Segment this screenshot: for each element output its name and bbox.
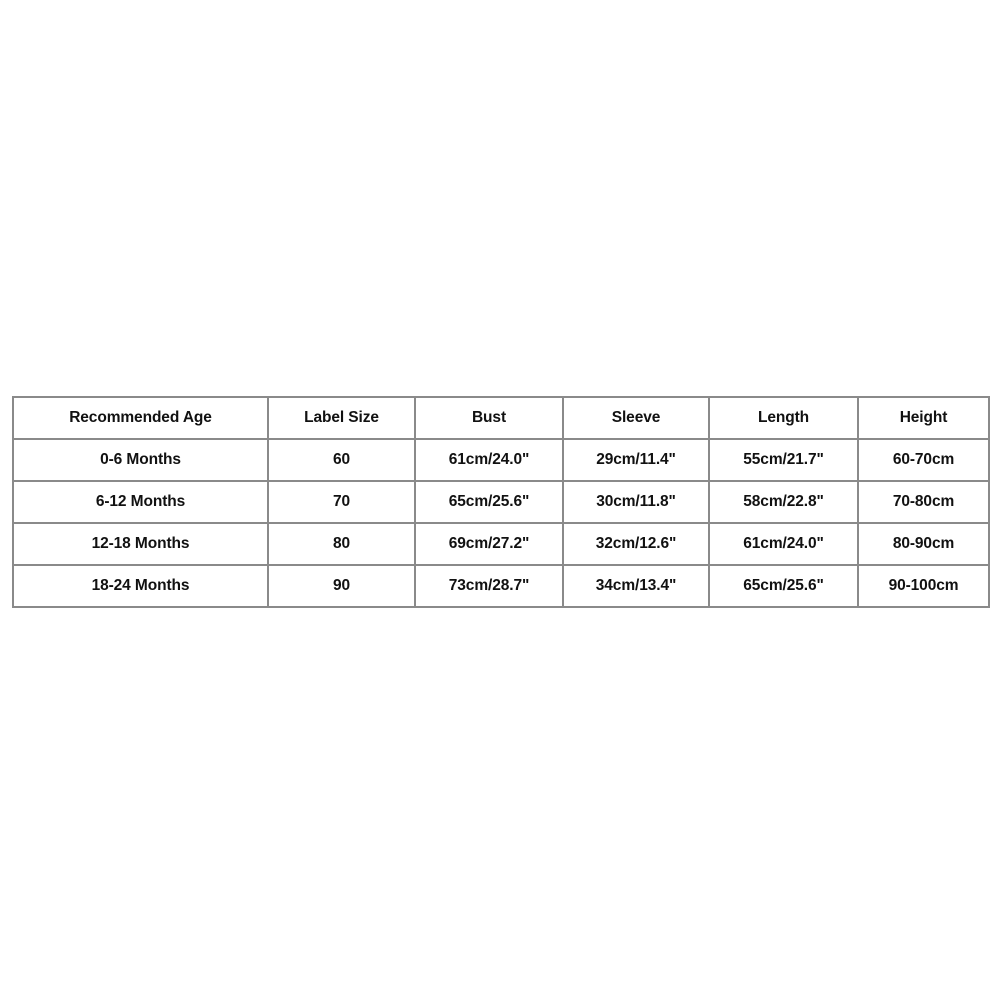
cell-length: 58cm/22.8" (708, 480, 859, 524)
cell-recommended-age: 12-18 Months (12, 522, 269, 566)
cell-length: 65cm/25.6" (708, 564, 859, 608)
table-row: 12-18 Months 80 69cm/27.2" 32cm/12.6" 61… (12, 522, 990, 566)
cell-recommended-age: 0-6 Months (12, 438, 269, 482)
cell-height: 70-80cm (857, 480, 990, 524)
cell-sleeve: 30cm/11.8" (562, 480, 710, 524)
column-header-sleeve: Sleeve (562, 396, 710, 440)
table-row: 6-12 Months 70 65cm/25.6" 30cm/11.8" 58c… (12, 480, 990, 524)
table-row: 18-24 Months 90 73cm/28.7" 34cm/13.4" 65… (12, 564, 990, 608)
column-header-label-size: Label Size (267, 396, 416, 440)
cell-height: 90-100cm (857, 564, 990, 608)
cell-label-size: 70 (267, 480, 416, 524)
cell-label-size: 80 (267, 522, 416, 566)
cell-length: 61cm/24.0" (708, 522, 859, 566)
cell-sleeve: 34cm/13.4" (562, 564, 710, 608)
cell-height: 80-90cm (857, 522, 990, 566)
size-chart-table: Recommended Age Label Size Bust Sleeve L… (12, 396, 990, 608)
cell-height: 60-70cm (857, 438, 990, 482)
cell-bust: 65cm/25.6" (414, 480, 564, 524)
size-chart-container: Recommended Age Label Size Bust Sleeve L… (12, 396, 990, 608)
cell-bust: 61cm/24.0" (414, 438, 564, 482)
cell-recommended-age: 18-24 Months (12, 564, 269, 608)
cell-bust: 73cm/28.7" (414, 564, 564, 608)
table-row: 0-6 Months 60 61cm/24.0" 29cm/11.4" 55cm… (12, 438, 990, 482)
table-header-row: Recommended Age Label Size Bust Sleeve L… (12, 396, 990, 440)
cell-sleeve: 32cm/12.6" (562, 522, 710, 566)
cell-length: 55cm/21.7" (708, 438, 859, 482)
cell-bust: 69cm/27.2" (414, 522, 564, 566)
column-header-bust: Bust (414, 396, 564, 440)
cell-recommended-age: 6-12 Months (12, 480, 269, 524)
cell-label-size: 60 (267, 438, 416, 482)
column-header-length: Length (708, 396, 859, 440)
column-header-recommended-age: Recommended Age (12, 396, 269, 440)
cell-label-size: 90 (267, 564, 416, 608)
column-header-height: Height (857, 396, 990, 440)
cell-sleeve: 29cm/11.4" (562, 438, 710, 482)
